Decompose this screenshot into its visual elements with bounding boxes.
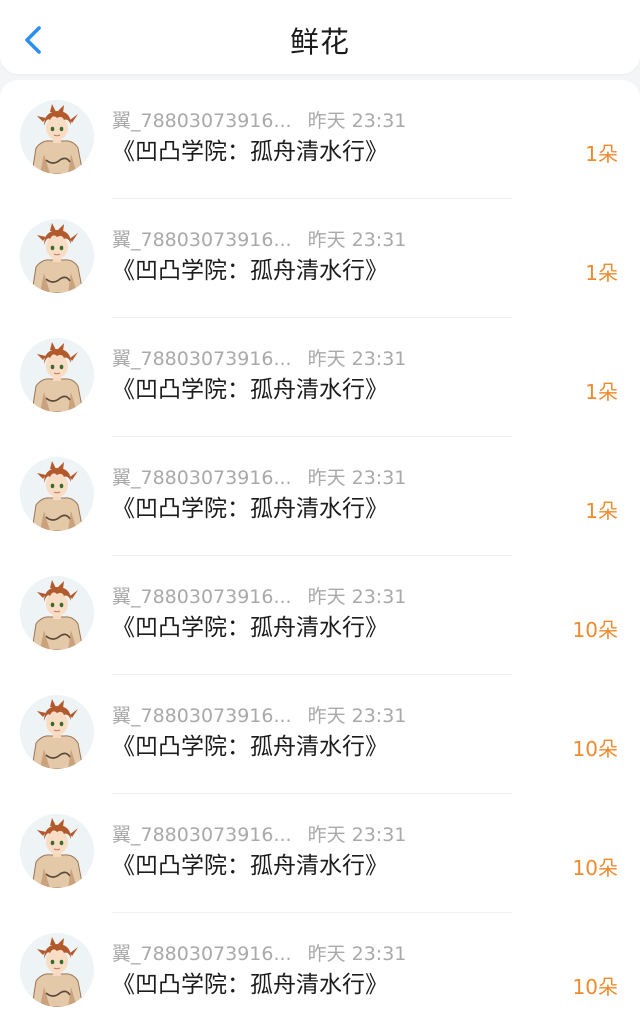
avatar[interactable] bbox=[20, 457, 94, 531]
timestamp: 昨天 23:31 bbox=[307, 229, 407, 251]
book-title: 《凹凸学院：孤舟清水行》 bbox=[112, 853, 388, 879]
list-item[interactable]: 翼_78803073916... 昨天 23:31 《凹凸学院：孤舟清水行》 10… bbox=[0, 556, 640, 675]
book-title: 《凹凸学院：孤舟清水行》 bbox=[112, 258, 388, 284]
username: 翼_78803073916... bbox=[112, 229, 292, 251]
character-portrait bbox=[20, 457, 94, 531]
list-item[interactable]: 翼_78803073916... 昨天 23:31 《凹凸学院：孤舟清水行》 10… bbox=[0, 794, 640, 913]
username: 翼_78803073916... bbox=[112, 705, 292, 727]
username: 翼_78803073916... bbox=[112, 586, 292, 608]
list-item[interactable]: 翼_78803073916... 昨天 23:31 《凹凸学院：孤舟清水行》 10… bbox=[0, 913, 640, 1021]
book-title: 《凹凸学院：孤舟清水行》 bbox=[112, 734, 388, 760]
list-item[interactable]: 翼_78803073916... 昨天 23:31 《凹凸学院：孤舟清水行》 1朵 bbox=[0, 80, 640, 199]
list-item[interactable]: 翼_78803073916... 昨天 23:31 《凹凸学院：孤舟清水行》 10… bbox=[0, 675, 640, 794]
character-portrait bbox=[20, 576, 94, 650]
avatar[interactable] bbox=[20, 338, 94, 412]
meta-line: 翼_78803073916... 昨天 23:31 bbox=[112, 584, 406, 610]
timestamp: 昨天 23:31 bbox=[307, 824, 407, 846]
book-title: 《凹凸学院：孤舟清水行》 bbox=[112, 972, 388, 998]
avatar[interactable] bbox=[20, 695, 94, 769]
character-portrait bbox=[20, 219, 94, 293]
top-bar: 鲜花 bbox=[0, 0, 640, 74]
username: 翼_78803073916... bbox=[112, 467, 292, 489]
book-title: 《凹凸学院：孤舟清水行》 bbox=[112, 615, 388, 641]
timestamp: 昨天 23:31 bbox=[307, 705, 407, 727]
timestamp: 昨天 23:31 bbox=[307, 348, 407, 370]
meta-line: 翼_78803073916... 昨天 23:31 bbox=[112, 346, 406, 372]
flower-count: 10朵 bbox=[572, 975, 618, 999]
character-portrait bbox=[20, 695, 94, 769]
timestamp: 昨天 23:31 bbox=[307, 467, 407, 489]
book-title: 《凹凸学院：孤舟清水行》 bbox=[112, 139, 388, 165]
flower-count: 1朵 bbox=[585, 380, 618, 404]
meta-line: 翼_78803073916... 昨天 23:31 bbox=[112, 941, 406, 967]
avatar[interactable] bbox=[20, 814, 94, 888]
flower-count: 1朵 bbox=[585, 499, 618, 523]
list-item[interactable]: 翼_78803073916... 昨天 23:31 《凹凸学院：孤舟清水行》 1朵 bbox=[0, 318, 640, 437]
gift-record-list[interactable]: 翼_78803073916... 昨天 23:31 《凹凸学院：孤舟清水行》 1朵… bbox=[0, 80, 640, 1021]
book-title: 《凹凸学院：孤舟清水行》 bbox=[112, 496, 388, 522]
timestamp: 昨天 23:31 bbox=[307, 110, 407, 132]
flower-count: 10朵 bbox=[572, 618, 618, 642]
meta-line: 翼_78803073916... 昨天 23:31 bbox=[112, 465, 406, 491]
meta-line: 翼_78803073916... 昨天 23:31 bbox=[112, 227, 406, 253]
character-portrait bbox=[20, 933, 94, 1007]
flower-count: 10朵 bbox=[572, 737, 618, 761]
character-portrait bbox=[20, 338, 94, 412]
timestamp: 昨天 23:31 bbox=[307, 586, 407, 608]
username: 翼_78803073916... bbox=[112, 943, 292, 965]
meta-line: 翼_78803073916... 昨天 23:31 bbox=[112, 822, 406, 848]
meta-line: 翼_78803073916... 昨天 23:31 bbox=[112, 703, 406, 729]
avatar[interactable] bbox=[20, 576, 94, 650]
list-item[interactable]: 翼_78803073916... 昨天 23:31 《凹凸学院：孤舟清水行》 1朵 bbox=[0, 199, 640, 318]
username: 翼_78803073916... bbox=[112, 824, 292, 846]
character-portrait bbox=[20, 814, 94, 888]
book-title: 《凹凸学院：孤舟清水行》 bbox=[112, 377, 388, 403]
flower-count: 1朵 bbox=[585, 261, 618, 285]
username: 翼_78803073916... bbox=[112, 110, 292, 132]
flower-count: 10朵 bbox=[572, 856, 618, 880]
timestamp: 昨天 23:31 bbox=[307, 943, 407, 965]
page-title: 鲜花 bbox=[289, 25, 350, 59]
meta-line: 翼_78803073916... 昨天 23:31 bbox=[112, 108, 406, 134]
list-item[interactable]: 翼_78803073916... 昨天 23:31 《凹凸学院：孤舟清水行》 1朵 bbox=[0, 437, 640, 556]
avatar[interactable] bbox=[20, 933, 94, 1007]
avatar[interactable] bbox=[20, 100, 94, 174]
username: 翼_78803073916... bbox=[112, 348, 292, 370]
avatar[interactable] bbox=[20, 219, 94, 293]
flower-count: 1朵 bbox=[585, 142, 618, 166]
character-portrait bbox=[20, 100, 94, 174]
